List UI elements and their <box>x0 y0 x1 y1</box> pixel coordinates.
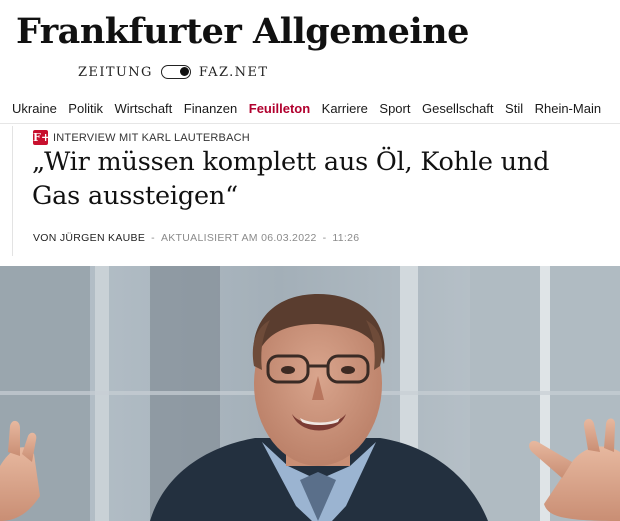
nav-item-stil[interactable]: Stil <box>505 101 523 116</box>
article-kicker: F+ INTERVIEW MIT KARL LAUTERBACH <box>33 130 250 145</box>
nav-item-politik[interactable]: Politik <box>68 101 103 116</box>
edition-toggle[interactable] <box>160 65 191 79</box>
main-navigation: Ukraine Politik Wirtschaft Finanzen Feui… <box>12 101 613 116</box>
edition-label-faznet[interactable]: FAZ.NET <box>199 65 269 80</box>
article-headline: „Wir müssen komplett aus Öl, Kohle und G… <box>32 147 550 211</box>
byline-separator: - <box>322 232 327 244</box>
hero-photo[interactable] <box>0 266 620 521</box>
toggle-knob-icon <box>179 67 189 76</box>
nav-item-finanzen[interactable]: Finanzen <box>184 101 237 116</box>
masthead: Frankfurter Allgemeine ZEITUNG FAZ.NET <box>0 0 620 92</box>
faz-logo[interactable]: Frankfurter Allgemeine <box>16 14 469 49</box>
photo-icon <box>0 266 620 521</box>
nav-item-gesellschaft[interactable]: Gesellschaft <box>422 101 494 116</box>
nav-item-ukraine[interactable]: Ukraine <box>12 101 57 116</box>
faz-plus-icon: F+ <box>33 130 51 145</box>
nav-divider <box>0 123 620 124</box>
nav-item-sport[interactable]: Sport <box>379 101 410 116</box>
byline-updated: AKTUALISIERT AM 06.03.2022 <box>160 232 317 244</box>
kicker-text: INTERVIEW MIT KARL LAUTERBACH <box>53 131 250 144</box>
nav-item-wirtschaft[interactable]: Wirtschaft <box>114 101 172 116</box>
article-byline: VON JÜRGEN KAUBE - AKTUALISIERT AM 06.03.2… <box>33 232 359 244</box>
nav-item-feuilleton[interactable]: Feuilleton <box>249 101 310 116</box>
nav-item-karriere[interactable]: Karriere <box>322 101 368 116</box>
byline-author[interactable]: VON JÜRGEN KAUBE <box>33 232 145 244</box>
byline-time: 11:26 <box>332 232 360 244</box>
edition-switch[interactable]: ZEITUNG FAZ.NET <box>78 62 268 82</box>
article-header: F+ INTERVIEW MIT KARL LAUTERBACH „Wir mü… <box>12 126 613 256</box>
byline-separator: - <box>151 232 155 244</box>
nav-item-rhein-main[interactable]: Rhein-Main <box>535 101 601 116</box>
edition-label-zeitung[interactable]: ZEITUNG <box>78 65 153 80</box>
